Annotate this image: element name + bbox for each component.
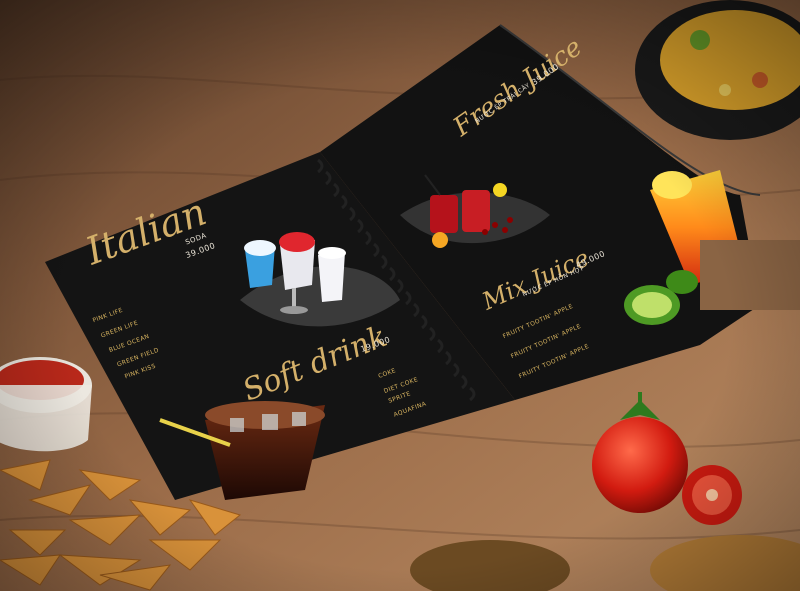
menu-photo: Italian SODA 39.000 PINK LIFE GREEN LIFE… bbox=[0, 0, 800, 591]
scene-graphics bbox=[0, 0, 800, 591]
